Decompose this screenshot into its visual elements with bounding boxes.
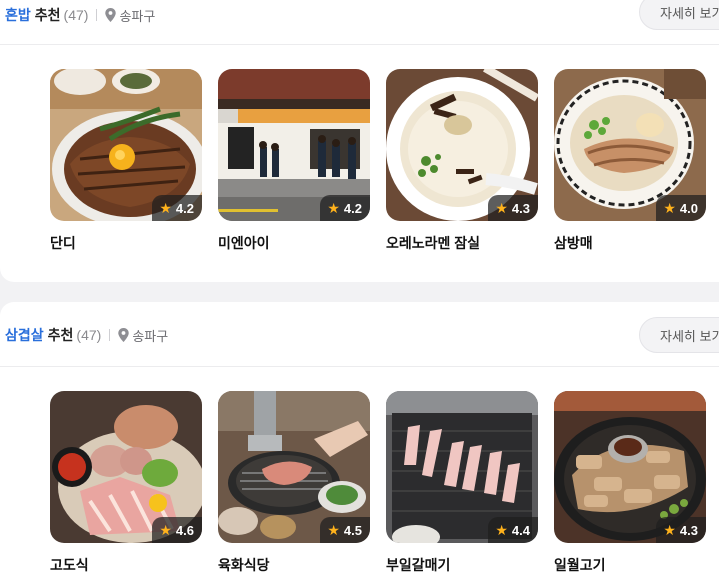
card-list: ★ 4.2 단디 ★ 4.2 미엔아이 ★ 4.3 오레노라멘 잠실 ★ 4.0… [50,69,706,253]
star-icon: ★ [327,199,340,216]
restaurant-photo[interactable]: ★ 4.0 [554,69,706,221]
section-keyword[interactable]: 삼겹살 [5,325,44,345]
restaurant-card[interactable]: ★ 4.3 일월고기 [554,391,706,575]
restaurant-photo[interactable]: ★ 4.2 [50,69,202,221]
section-header: 삼겹살 추천 (47) 송파구 자세히 보기 [0,302,719,367]
restaurant-name[interactable]: 고도식 [50,555,202,575]
restaurant-name[interactable]: 오레노라멘 잠실 [386,233,538,253]
recommendation-section-samgyeopsal: 삼겹살 추천 (47) 송파구 자세히 보기 ★ 4.6 고도식 ★ 4.5 육… [0,302,719,586]
section-title: 삼겹살 추천 (47) 송파구 [5,325,168,345]
restaurant-name[interactable]: 단디 [50,233,202,253]
restaurant-card[interactable]: ★ 4.3 오레노라멘 잠실 [386,69,538,253]
restaurant-card[interactable]: ★ 4.2 단디 [50,69,202,253]
rating-value: 4.3 [679,522,698,538]
star-icon: ★ [495,199,508,216]
star-icon: ★ [495,521,508,538]
star-icon: ★ [663,199,676,216]
title-divider [96,9,98,21]
restaurant-name[interactable]: 육화식당 [218,555,370,575]
rating-value: 4.2 [175,200,194,216]
restaurant-card[interactable]: ★ 4.5 육화식당 [218,391,370,575]
star-icon: ★ [159,521,172,538]
section-title: 혼밥 추천 (47) 송파구 [5,5,155,25]
location-label[interactable]: 송파구 [119,6,155,25]
section-count: (47) [76,327,102,343]
star-icon: ★ [327,521,340,538]
section-header: 혼밥 추천 (47) 송파구 자세히 보기 [0,0,719,45]
restaurant-photo[interactable]: ★ 4.3 [554,391,706,543]
rating-value: 4.6 [175,522,194,538]
restaurant-photo[interactable]: ★ 4.4 [386,391,538,543]
restaurant-photo[interactable]: ★ 4.5 [218,391,370,543]
rating-badge: ★ 4.3 [488,195,538,221]
rating-badge: ★ 4.5 [320,517,370,543]
restaurant-card[interactable]: ★ 4.6 고도식 [50,391,202,575]
restaurant-name[interactable]: 미엔아이 [218,233,370,253]
section-keyword[interactable]: 혼밥 [5,5,31,25]
card-list: ★ 4.6 고도식 ★ 4.5 육화식당 ★ 4.4 부일갈매기 ★ 4.3 일… [50,391,706,575]
star-icon: ★ [663,521,676,538]
rating-badge: ★ 4.4 [488,517,538,543]
star-icon: ★ [159,199,172,216]
recommendation-section-honbap: 혼밥 추천 (47) 송파구 자세히 보기 ★ 4.2 단디 ★ 4.2 미엔아… [0,0,719,282]
location-pin-icon [105,8,117,22]
restaurant-card[interactable]: ★ 4.2 미엔아이 [218,69,370,253]
rating-badge: ★ 4.6 [152,517,202,543]
rating-badge: ★ 4.2 [320,195,370,221]
restaurant-photo[interactable]: ★ 4.3 [386,69,538,221]
rating-value: 4.4 [511,522,530,538]
section-count: (47) [63,7,89,23]
restaurant-photo[interactable]: ★ 4.6 [50,391,202,543]
restaurant-photo[interactable]: ★ 4.2 [218,69,370,221]
location-pin-icon [118,328,130,342]
restaurant-name[interactable]: 부일갈매기 [386,555,538,575]
rating-badge: ★ 4.2 [152,195,202,221]
more-button[interactable]: 자세히 보기 [639,0,719,30]
location-label[interactable]: 송파구 [132,326,168,345]
restaurant-card[interactable]: ★ 4.0 삼방매 [554,69,706,253]
section-title-suffix: 추천 [47,327,74,343]
more-button[interactable]: 자세히 보기 [639,317,719,353]
rating-value: 4.3 [511,200,530,216]
restaurant-card[interactable]: ★ 4.4 부일갈매기 [386,391,538,575]
section-title-suffix: 추천 [34,7,61,23]
restaurant-name[interactable]: 삼방매 [554,233,706,253]
rating-value: 4.5 [343,522,362,538]
title-divider [109,329,111,341]
rating-value: 4.2 [343,200,362,216]
rating-badge: ★ 4.0 [656,195,706,221]
rating-badge: ★ 4.3 [656,517,706,543]
rating-value: 4.0 [679,200,698,216]
restaurant-name[interactable]: 일월고기 [554,555,706,575]
